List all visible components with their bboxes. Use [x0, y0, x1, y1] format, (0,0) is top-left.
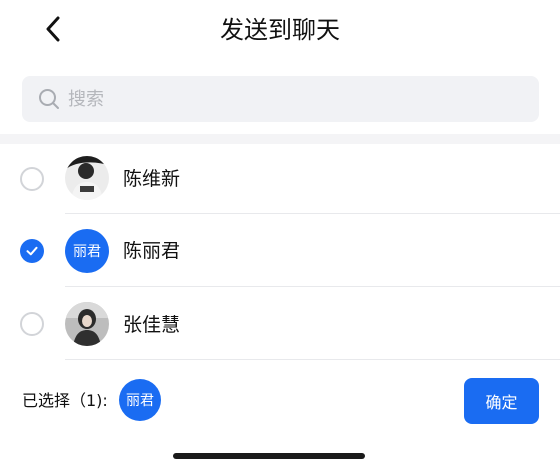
contact-name: 陈维新	[123, 168, 181, 190]
row-divider	[65, 286, 560, 287]
section-divider	[0, 134, 560, 144]
select-radio[interactable]	[20, 312, 44, 336]
avatar: 丽君	[65, 229, 109, 273]
search-icon	[39, 89, 59, 109]
selected-avatar[interactable]: 丽君	[119, 379, 161, 421]
avatar	[65, 302, 109, 346]
page-title: 发送到聊天	[220, 16, 340, 44]
selected-count-label: 已选择（1):	[22, 391, 108, 410]
contact-row[interactable]: 张佳慧	[0, 289, 560, 360]
search-input[interactable]	[68, 88, 488, 110]
select-radio[interactable]	[20, 167, 44, 191]
row-divider	[65, 213, 560, 214]
search-bar[interactable]	[22, 76, 539, 122]
contact-row[interactable]: 陈维新	[0, 144, 560, 214]
row-divider	[65, 359, 560, 360]
check-icon	[26, 246, 38, 256]
header: 发送到聊天	[0, 0, 560, 62]
contact-name: 陈丽君	[123, 240, 181, 262]
contact-row[interactable]: 丽君 陈丽君	[0, 216, 560, 287]
confirm-button[interactable]: 确定	[464, 378, 539, 424]
home-indicator	[173, 453, 365, 459]
select-radio-checked[interactable]	[20, 239, 44, 263]
contact-name: 张佳慧	[123, 314, 181, 336]
avatar	[65, 156, 109, 200]
